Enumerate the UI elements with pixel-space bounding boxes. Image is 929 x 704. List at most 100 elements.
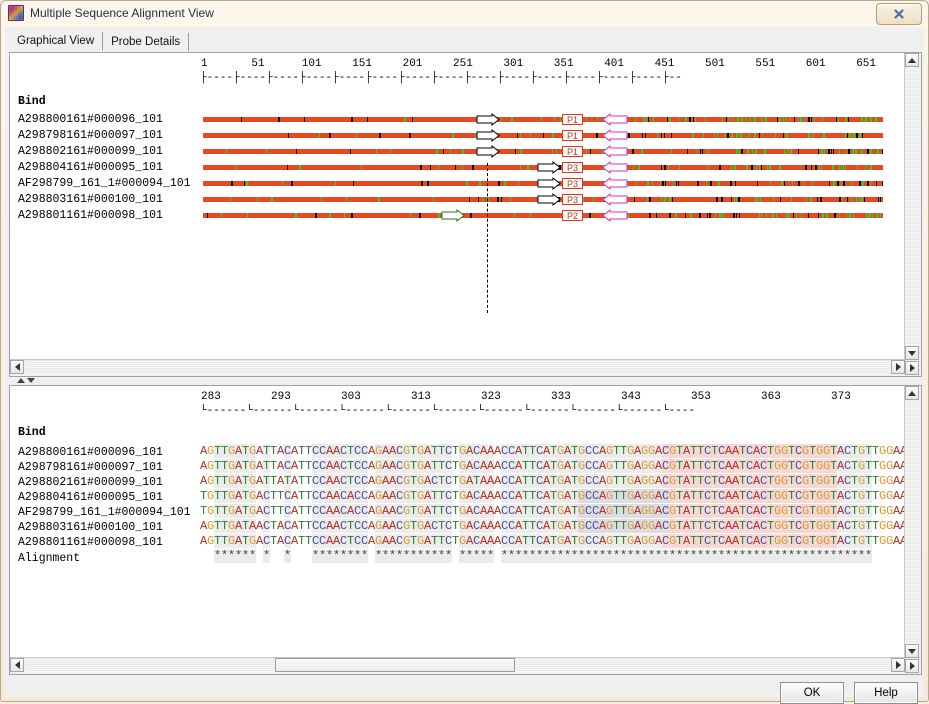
graphical-sequence-name: A298804161#000095_101 — [18, 161, 163, 174]
probe-label-box[interactable]: P1 — [562, 146, 583, 157]
bar-mark — [786, 133, 788, 138]
reverse-probe-arrow[interactable] — [602, 113, 628, 126]
alignment-vertical-scrollbar[interactable] — [904, 386, 921, 674]
consensus-mark: * — [375, 549, 383, 563]
bar-mark — [734, 197, 735, 202]
bar-mark — [757, 181, 758, 186]
scroll-thumb[interactable] — [275, 658, 515, 672]
bar-mark — [772, 213, 774, 218]
bar-mark — [647, 197, 648, 202]
splitter-up-icon[interactable] — [17, 378, 25, 383]
residue: A — [564, 534, 572, 548]
residue: T — [270, 519, 278, 533]
residue: A — [291, 519, 299, 533]
residue: T — [830, 474, 838, 488]
scroll-track[interactable] — [905, 401, 919, 643]
residue: T — [263, 444, 271, 458]
scroll-track[interactable] — [905, 68, 919, 345]
bar-mark — [733, 213, 735, 218]
probe-label-box[interactable]: P3 — [562, 162, 583, 173]
residue: T — [452, 519, 460, 533]
bar-mark — [751, 165, 753, 170]
residue: T — [697, 459, 705, 473]
ruler-tick-label: 323 — [481, 391, 501, 403]
ok-button[interactable]: OK — [780, 682, 844, 704]
forward-probe-arrow[interactable] — [537, 177, 561, 190]
scroll-down-button[interactable] — [905, 346, 919, 360]
consensus-mark: * — [445, 549, 453, 563]
bar-mark — [784, 149, 785, 154]
alignment-horizontal-scrollbar[interactable] — [10, 657, 905, 674]
residue: C — [844, 489, 852, 503]
residue: G — [816, 444, 824, 458]
forward-probe-arrow[interactable] — [537, 193, 561, 206]
forward-probe-arrow[interactable] — [537, 161, 561, 174]
splitter-down-icon[interactable] — [27, 378, 35, 383]
forward-probe-arrow[interactable] — [476, 129, 500, 142]
residue: T — [788, 489, 796, 503]
graphical-vertical-scrollbar[interactable] — [904, 53, 921, 376]
bar-mark — [861, 197, 863, 202]
bar-mark — [808, 117, 810, 122]
bar-mark — [554, 117, 555, 122]
residue: G — [249, 534, 257, 548]
scroll-right-corner-button[interactable] — [905, 361, 919, 375]
bar-mark — [724, 133, 725, 138]
help-button[interactable]: Help — [854, 682, 918, 704]
residue: T — [865, 474, 873, 488]
probe-label-box[interactable]: P1 — [562, 130, 583, 141]
scroll-left-button[interactable] — [10, 360, 24, 374]
probe-label-box[interactable]: P2 — [562, 210, 583, 221]
residue: G — [417, 459, 425, 473]
bar-mark — [697, 181, 699, 186]
tab-graphical-view[interactable]: Graphical View — [9, 32, 104, 51]
up-arrow-icon — [908, 57, 916, 63]
graphical-horizontal-scrollbar[interactable] — [10, 359, 905, 376]
scroll-up-button[interactable] — [905, 386, 919, 400]
probe-label-box[interactable]: P3 — [562, 178, 583, 189]
forward-probe-arrow[interactable] — [441, 209, 465, 222]
scroll-track[interactable] — [25, 360, 890, 374]
probe-label-box[interactable]: P3 — [562, 194, 583, 205]
residue: A — [277, 534, 285, 548]
reverse-probe-arrow[interactable] — [602, 193, 628, 206]
forward-probe-arrow[interactable] — [476, 113, 500, 126]
alignment-ruler-numbers: 283 293 303 313 323 333 343 353 363 373 — [10, 391, 910, 404]
bar-mark — [287, 165, 288, 170]
residue: A — [564, 474, 572, 488]
residue: T — [473, 474, 481, 488]
reverse-probe-arrow[interactable] — [602, 145, 628, 158]
residue: T — [522, 474, 530, 488]
scroll-right-corner-button[interactable] — [905, 659, 919, 673]
residue: T — [298, 504, 306, 518]
residue: C — [795, 534, 803, 548]
scroll-up-button[interactable] — [905, 53, 919, 67]
residue: G — [557, 534, 565, 548]
ruler-tick-label: 293 — [271, 391, 291, 403]
scroll-right-button[interactable] — [891, 360, 905, 374]
residue: T — [438, 459, 446, 473]
close-button[interactable] — [876, 3, 922, 25]
bar-mark — [839, 149, 840, 154]
bar-mark — [443, 149, 444, 154]
residue: T — [613, 519, 621, 533]
bar-mark — [450, 149, 451, 154]
bar-mark — [226, 149, 227, 154]
scroll-right-button[interactable] — [891, 658, 905, 672]
tab-probe-details[interactable]: Probe Details — [103, 33, 190, 51]
residue: C — [704, 474, 712, 488]
residue: C — [662, 444, 670, 458]
scroll-left-button[interactable] — [10, 658, 24, 672]
bar-mark — [769, 165, 771, 170]
reverse-probe-arrow[interactable] — [602, 209, 628, 222]
residue: T — [522, 459, 530, 473]
reverse-probe-arrow[interactable] — [602, 129, 628, 142]
forward-probe-arrow[interactable] — [476, 145, 500, 158]
scroll-down-button[interactable] — [905, 644, 919, 658]
probe-label-box[interactable]: P1 — [562, 114, 583, 125]
residue: G — [669, 489, 677, 503]
reverse-probe-arrow[interactable] — [602, 161, 628, 174]
panel-splitter[interactable] — [9, 377, 922, 384]
reverse-probe-arrow[interactable] — [602, 177, 628, 190]
residue: T — [872, 474, 880, 488]
